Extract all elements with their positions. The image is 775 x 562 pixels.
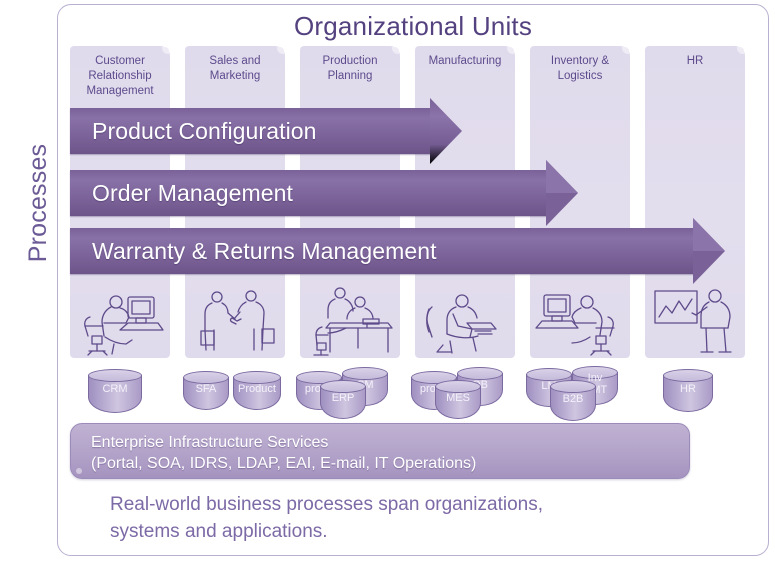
person-reading-document-icon <box>415 283 515 358</box>
process-label-warranty-returns-management: Warranty & Returns Management <box>92 237 437 264</box>
person-at-desktop-icon <box>70 283 170 358</box>
column-header-sales: Sales and Marketing <box>209 55 261 82</box>
column-header-inventory: Inventory & Logistics <box>550 55 610 82</box>
column-header-production: Production Planning <box>322 55 378 82</box>
caption-line-2: systems and applications. <box>110 521 328 542</box>
system-label: MES <box>446 391 470 404</box>
system-label: SFA <box>195 382 217 395</box>
system-cylinder-hr[interactable]: HR <box>663 369 713 412</box>
person-presenting-chart-icon <box>645 283 745 358</box>
process-arrow-product-configuration[interactable]: Product Configuration <box>70 98 462 164</box>
column-header-hr: HR <box>686 55 704 67</box>
process-label-order-management: Order Management <box>92 179 294 206</box>
system-cylinder-sfa[interactable]: SFA <box>183 371 229 410</box>
system-cylinder-crm[interactable]: CRM <box>88 369 142 413</box>
process-label-product-configuration: Product Configuration <box>92 117 317 144</box>
processes-axis-label: Processes <box>23 143 52 263</box>
system-label: B2B <box>562 392 584 405</box>
column-header-crm: Customer Relationship Management <box>86 55 154 97</box>
caption-line-1: Real-world business processes span organ… <box>110 494 544 515</box>
person-at-computer-icon <box>530 283 630 358</box>
column-header-manufacturing: Manufacturing <box>428 55 502 67</box>
process-arrow-warranty-returns-management[interactable]: Warranty & Returns Management <box>70 218 725 284</box>
infrastructure-line-2: (Portal, SOA, IDRS, LDAP, EAI, E-mail, I… <box>91 455 477 472</box>
caption: Real-world business processes span organ… <box>110 491 710 545</box>
infrastructure-text: Enterprise Infrastructure Services (Port… <box>91 432 476 474</box>
system-label: CRM <box>102 383 128 396</box>
cylinder-top <box>550 380 596 393</box>
handshake-icon <box>185 283 285 358</box>
system-cylinder-mes[interactable]: MES <box>435 380 481 419</box>
diagram-canvas: Processes Organizational Units Customer R… <box>0 0 775 562</box>
infrastructure-line-1: Enterprise Infrastructure Services <box>91 434 329 451</box>
arrow-head <box>430 98 462 164</box>
arrow-head <box>546 160 578 226</box>
system-label: HR <box>680 382 696 395</box>
cylinder-top <box>663 369 713 382</box>
arrow-head <box>693 218 725 284</box>
page-title: Organizational Units <box>293 11 533 41</box>
system-cylinder-product[interactable]: Product <box>233 371 281 410</box>
system-cylinder-b2b[interactable]: B2B <box>550 380 596 421</box>
two-people-at-desk-icon <box>300 283 400 358</box>
system-cylinder-erp[interactable]: ERP <box>320 380 366 419</box>
system-label: Product <box>238 382 276 395</box>
enterprise-infrastructure-bar[interactable]: Enterprise Infrastructure Services (Port… <box>70 423 690 479</box>
cylinder-top <box>88 369 142 382</box>
process-arrow-order-management[interactable]: Order Management <box>70 160 578 226</box>
system-label: ERP <box>331 391 355 404</box>
